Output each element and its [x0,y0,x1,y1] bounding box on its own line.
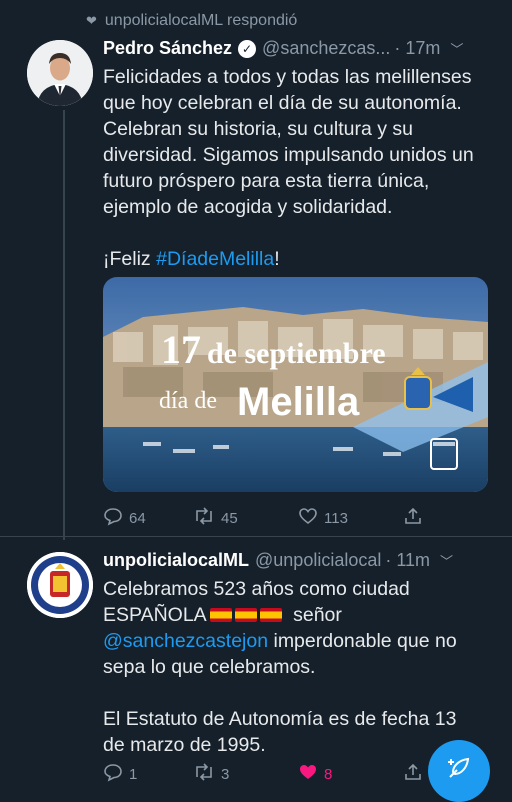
tweet-line: Celebran su historia, su cultura y su [103,118,413,140]
retweet-button[interactable]: 3 [193,762,298,786]
retweet-count: 45 [221,509,238,527]
retweet-button[interactable]: 45 [193,506,298,530]
tweet-body: Felicidades a todos y todas las melillen… [103,64,503,272]
tweet-time[interactable]: · 11m [385,550,430,571]
reply-icon [103,506,123,530]
tweet-line: que hoy celebran el día de su autonomía. [103,92,462,114]
tweet-closing: ¡Feliz #DíadeMelilla! [103,248,280,270]
like-button[interactable]: 113 [298,506,403,530]
avatar[interactable] [27,552,93,618]
media-city-text: Melilla [237,380,360,424]
compose-tweet-button[interactable] [428,740,490,802]
tweet-actions: 64 45 113 [103,506,433,530]
tweet-line: ESPAÑOLA señor [103,604,342,626]
hashtag-link[interactable]: #DíadeMelilla [156,248,274,270]
tweet-line: sepa lo que celebramos. [103,656,316,678]
divider [0,536,512,537]
share-icon [403,506,423,530]
like-button[interactable]: 8 [298,762,403,786]
tweet-line: Felicidades a todos y todas las melillen… [103,66,472,88]
media-dia-de-text: día de [159,388,217,414]
heart-outline-icon [298,506,318,530]
retweet-count: 3 [221,765,230,783]
like-count: 8 [324,765,333,783]
reply-icon [103,762,123,786]
author-name[interactable]: Pedro Sánchez [103,38,232,59]
tweet-line: @sanchezcastejon imperdonable que no [103,630,457,652]
avatar[interactable] [27,40,93,106]
police-badge-logo [27,552,93,618]
retweet-icon [193,762,215,786]
media-day-number: 17 [161,327,201,372]
thread-line [63,110,65,540]
tweet-body: Celebramos 523 años como ciudad ESPAÑOLA… [103,576,503,758]
tweet-line: ejemplo de acogida y solidaridad. [103,196,393,218]
share-button[interactable] [403,762,423,786]
tweet-line: futuro próspero para esta tierra única, [103,170,430,192]
avatar-photo [27,40,93,106]
like-count: 113 [324,509,348,527]
author-handle[interactable]: @unpolicialocal [255,550,381,571]
heart-icon: ❤ [86,13,97,28]
melilla-day-graphic: 17 de septiembre día de Melilla [103,277,488,492]
tweet-line: diversidad. Sigamos impulsando unidos un [103,144,474,166]
tweet-line: El Estatuto de Autonomía es de fecha 13 [103,708,457,730]
chevron-down-icon[interactable]: ﹀ [440,551,453,570]
heart-filled-icon [298,762,318,786]
reply-context-text: unpolicialocalML respondió [104,12,298,29]
reply-count: 1 [129,765,138,783]
spain-flag-icon [234,608,257,622]
author-name[interactable]: unpolicialocalML [103,550,249,571]
media-month-text: de septiembre [207,337,386,370]
spain-flag-icon [259,608,282,622]
verified-badge-icon: ✓ [238,39,257,58]
mention-link[interactable]: @sanchezcastejon [103,630,268,652]
compose-feather-icon [445,754,473,789]
chevron-down-icon[interactable]: ﹀ [450,39,463,58]
reply-button[interactable]: 64 [103,506,193,530]
retweet-icon [193,506,215,530]
tweet-line: Celebramos 523 años como ciudad [103,578,410,600]
reply-context[interactable]: ❤ unpolicialocalML respondió [86,12,297,30]
reply-button[interactable]: 1 [103,762,193,786]
share-icon [403,762,423,786]
author-handle[interactable]: @sanchezcas... [262,38,390,59]
spain-flag-icon [209,608,232,622]
tweet-media-image[interactable]: 17 de septiembre día de Melilla [103,277,488,492]
tweet-actions: 1 3 8 [103,762,433,786]
reply-count: 64 [129,509,146,527]
share-button[interactable] [403,506,423,530]
tweet-time[interactable]: · 17m [394,38,440,59]
tweet-header: Pedro Sánchez ✓ @sanchezcas... · 17m ﹀ [103,38,463,59]
tweet-header: unpolicialocalML @unpolicialocal · 11m ﹀ [103,550,453,571]
